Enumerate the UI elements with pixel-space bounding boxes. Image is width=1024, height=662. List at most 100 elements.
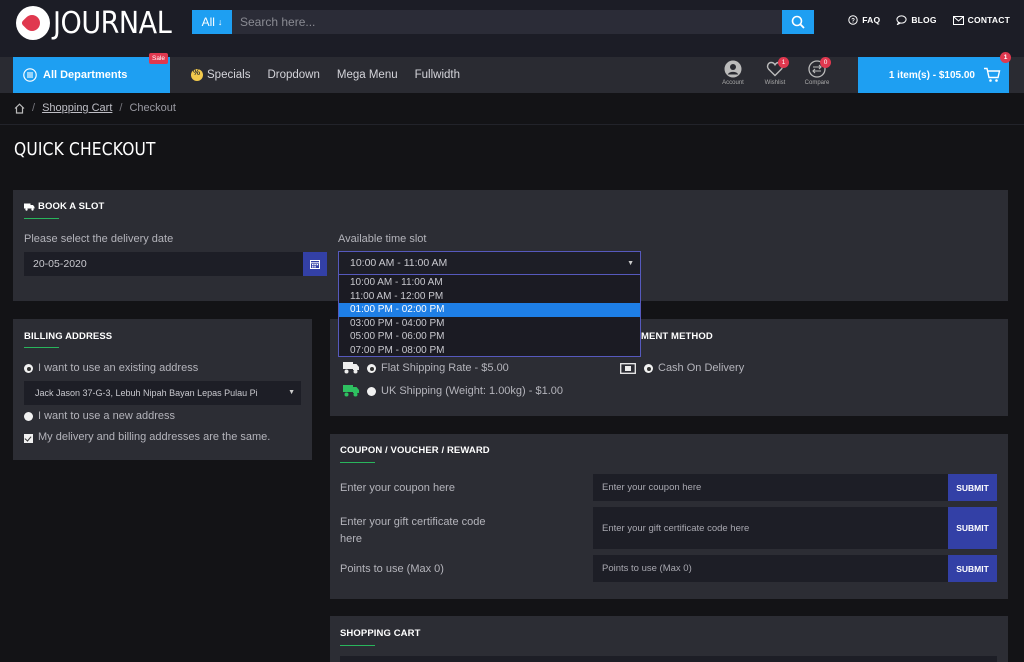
time-slot-option[interactable]: 11:00 AM - 12:00 PM — [339, 290, 640, 304]
uk-shipping-label: UK Shipping (Weight: 1.00kg) - $1.00 — [381, 385, 564, 397]
search-input[interactable] — [232, 10, 782, 34]
cart-table-top — [340, 656, 997, 662]
account-label: Account — [722, 80, 744, 86]
contact-link[interactable]: CONTACT — [952, 15, 1010, 25]
wishlist-label: Wishlist — [764, 80, 786, 86]
compare-label: Compare — [804, 80, 830, 86]
same-address-label: My delivery and billing addresses are th… — [38, 431, 271, 443]
time-slot-option[interactable]: 03:00 PM - 04:00 PM — [339, 317, 640, 331]
billing-title: BILLING ADDRESS — [24, 331, 113, 342]
search-category-label: All — [201, 15, 215, 29]
logo[interactable]: JOURNAL — [16, 5, 184, 41]
blog-link[interactable]: BLOG — [896, 15, 936, 25]
search-icon — [791, 15, 805, 29]
cart-button[interactable]: 1 item(s) - $105.00 1 — [858, 52, 1011, 93]
menu-circle-icon — [23, 68, 37, 82]
flat-shipping-radio[interactable] — [367, 364, 376, 373]
points-label: Points to use (Max 0) — [340, 563, 444, 575]
account-link[interactable]: Account — [717, 60, 749, 86]
uk-shipping-radio[interactable] — [367, 387, 376, 396]
delivery-date-input[interactable]: 20-05-2020 — [24, 252, 303, 276]
shopping-cart-title: SHOPPING CART — [340, 628, 421, 639]
truck-icon — [24, 203, 35, 211]
nav-item-label: Mega Menu — [336, 69, 398, 81]
logo-text: JOURNAL — [53, 5, 172, 41]
main-nav: All Departments Sale Specials Dropdown M… — [0, 52, 1024, 93]
title-underline — [24, 218, 59, 219]
coupon-label: Enter your coupon here — [340, 482, 455, 494]
billing-address-panel: BILLING ADDRESS I want to use an existin… — [13, 319, 312, 460]
shipping-truck-green-icon — [343, 385, 359, 397]
address-select[interactable]: Jack Jason 37-G-3, Lebuh Nipah Bayan Lep… — [24, 381, 301, 405]
nav-item-mega-menu[interactable]: Mega Menu — [337, 69, 398, 81]
faq-link[interactable]: ? FAQ — [848, 15, 880, 25]
caret-down-icon: ▼ — [627, 260, 634, 267]
wishlist-count-badge: 1 — [778, 57, 789, 68]
all-departments-button[interactable]: All Departments Sale — [13, 53, 170, 93]
blog-label: BLOG — [911, 15, 937, 25]
time-slot-option[interactable]: 05:00 PM - 06:00 PM — [339, 330, 640, 344]
gift-label: Enter your gift certificate code here — [340, 516, 486, 545]
nav-item-label: Fullwidth — [414, 69, 461, 81]
help-circle-icon: ? — [848, 15, 858, 25]
points-input[interactable]: Points to use (Max 0) — [593, 555, 948, 582]
coupon-submit-button[interactable]: SUBMIT — [948, 474, 997, 501]
gift-submit-button[interactable]: SUBMIT — [948, 507, 997, 549]
nav-item-specials[interactable]: Specials — [191, 68, 251, 81]
time-slot-option[interactable]: 07:00 PM - 08:00 PM — [339, 344, 640, 358]
cart-label: 1 item(s) - $105.00 — [888, 69, 975, 81]
coupon-panel: COUPON / VOUCHER / REWARD Enter your cou… — [330, 434, 1008, 599]
all-departments-label: All Departments — [43, 69, 128, 81]
nav-item-dropdown[interactable]: Dropdown — [267, 69, 319, 81]
time-slot-options: 10:00 AM - 11:00 AM 11:00 AM - 12:00 PM 01… — [338, 275, 641, 357]
delivery-date-label: Please select the delivery date — [24, 233, 174, 245]
payment-method-title: MENT METHOD — [641, 331, 713, 342]
coupon-title: COUPON / VOUCHER / REWARD — [340, 445, 490, 456]
shipping-truck-icon — [343, 362, 359, 374]
svg-text:?: ? — [851, 18, 855, 24]
time-slot-option[interactable]: 10:00 AM - 11:00 AM — [339, 276, 640, 290]
title-underline — [340, 645, 375, 646]
faq-label: FAQ — [862, 15, 881, 25]
title-underline — [340, 462, 375, 463]
time-slot-option[interactable]: 01:00 PM - 02:00 PM — [339, 303, 640, 317]
arrow-down-icon: ↓ — [217, 17, 223, 27]
contact-label: CONTACT — [967, 15, 1010, 25]
points-submit-button[interactable]: SUBMIT — [948, 555, 997, 582]
cash-on-delivery-radio[interactable] — [644, 364, 653, 373]
wishlist-link[interactable]: Wishlist 1 — [759, 57, 791, 86]
address-select-value: Jack Jason 37-G-3, Lebuh Nipah Bayan Lep… — [35, 388, 258, 398]
caret-down-icon: ▼ — [288, 389, 295, 396]
gift-input[interactable]: Enter your gift certificate code here — [593, 507, 948, 549]
top-header: JOURNAL All ↓ ? FAQ BLOG CONTACT — [0, 0, 1024, 57]
same-address-checkbox[interactable] — [24, 434, 33, 443]
title-underline — [24, 347, 59, 348]
chat-bubble-icon — [896, 15, 907, 25]
cart-icon — [984, 67, 1001, 82]
compare-link[interactable]: Compare 0 — [801, 57, 833, 86]
time-slot-select[interactable]: 10:00 AM - 11:00 AM ▼ — [338, 251, 641, 275]
percent-icon — [191, 68, 203, 81]
nav-icons: Account Wishlist 1 Compare 0 — [717, 57, 833, 86]
breadcrumb-shopping-cart[interactable]: Shopping Cart — [42, 102, 112, 114]
nav-item-label: Specials — [207, 69, 251, 81]
existing-address-radio[interactable] — [24, 364, 33, 373]
compare-count-badge: 0 — [820, 57, 831, 68]
nav-item-fullwidth[interactable]: Fullwidth — [415, 69, 460, 81]
user-icon — [724, 60, 742, 78]
search-button[interactable] — [782, 10, 814, 34]
time-slot-value: 10:00 AM - 11:00 AM — [350, 257, 448, 269]
coupon-input[interactable]: Enter your coupon here — [593, 474, 948, 501]
book-slot-title: BOOK A SLOT — [24, 201, 104, 212]
home-icon[interactable] — [14, 102, 25, 114]
search-category-select[interactable]: All ↓ — [192, 10, 232, 34]
calendar-button[interactable] — [303, 252, 327, 276]
cash-on-delivery-label: Cash On Delivery — [658, 362, 745, 374]
shopping-cart-panel: SHOPPING CART — [330, 616, 1008, 662]
mail-icon — [952, 15, 964, 25]
breadcrumb-separator: / — [119, 102, 123, 114]
page-title: QUICK CHECKOUT — [14, 139, 156, 160]
top-links: ? FAQ BLOG CONTACT — [848, 15, 1010, 25]
breadcrumb-separator: / — [32, 102, 36, 114]
new-address-radio[interactable] — [24, 412, 33, 421]
